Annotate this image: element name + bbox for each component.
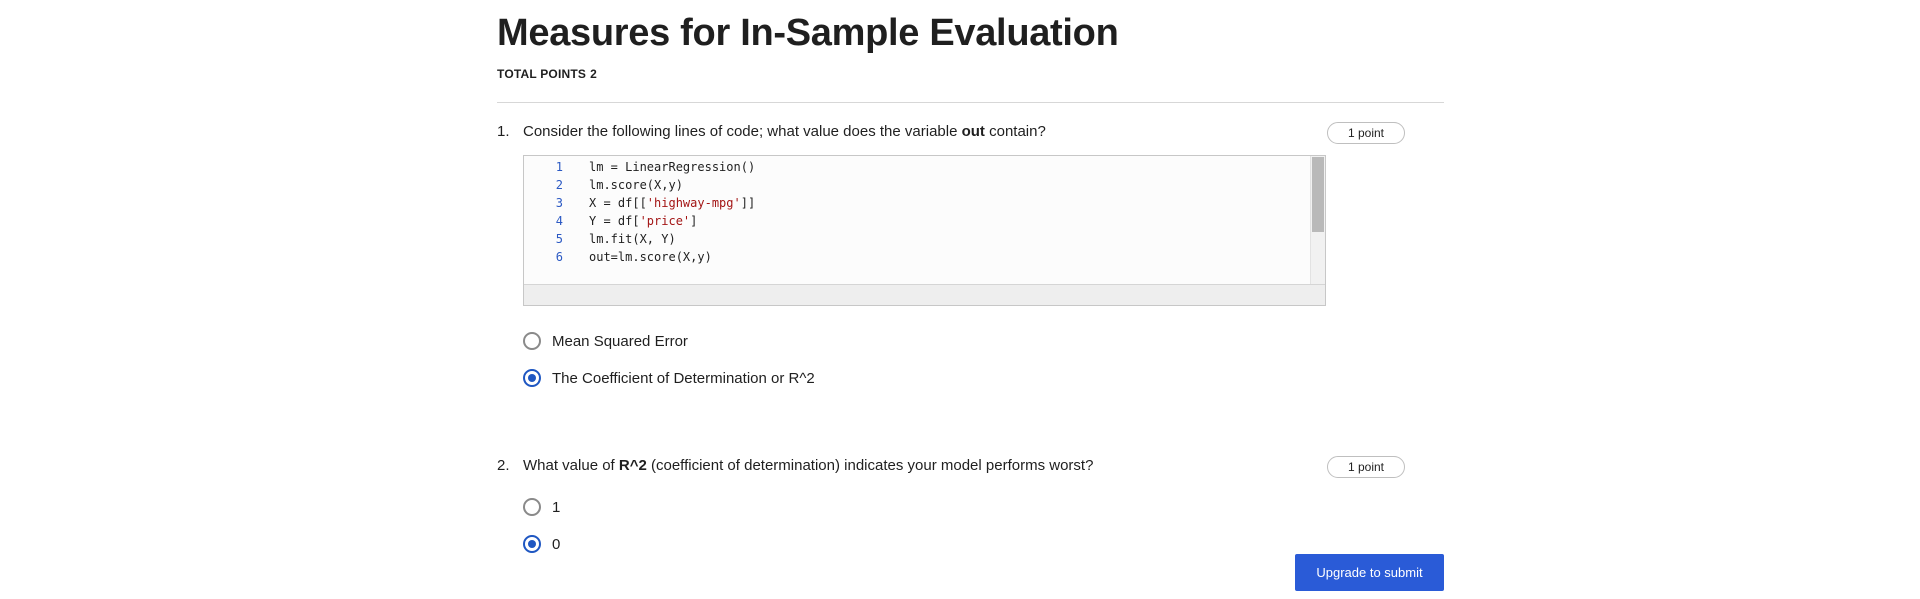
points-badge: 1 point xyxy=(1327,122,1405,144)
line-number: 4 xyxy=(555,214,563,228)
option-label: 0 xyxy=(552,535,561,553)
question-emphasis: R^2 xyxy=(618,457,647,474)
code-string: 'highway-mpg' xyxy=(646,196,741,210)
line-number: 5 xyxy=(555,232,563,246)
line-number: 6 xyxy=(555,250,563,264)
line-number: 2 xyxy=(555,178,563,192)
upgrade-to-submit-button[interactable]: Upgrade to submit xyxy=(1295,554,1444,591)
code-text: Y = df['price'] xyxy=(589,214,698,228)
code-text: X = df[['highway-mpg']] xyxy=(589,196,756,210)
code-text: lm.score(X,y) xyxy=(589,178,683,192)
code-text: lm.fit(X, Y) xyxy=(589,232,676,246)
code-line: 3 X = df[['highway-mpg']] xyxy=(524,194,1311,212)
option-label: 1 xyxy=(552,498,561,516)
code-line: 2 lm.score(X,y) xyxy=(524,176,1311,194)
option-label: Mean Squared Error xyxy=(552,332,688,350)
quiz-page: Measures for In-Sample Evaluation TOTAL … xyxy=(497,0,1444,599)
question-text: Consider the following lines of code; wh… xyxy=(523,123,1046,140)
radio-button[interactable] xyxy=(523,332,541,350)
question-text: What value of R^2 (coefficient of determ… xyxy=(523,457,1094,474)
code-line: 6 out=lm.score(X,y) xyxy=(524,248,1311,266)
divider xyxy=(497,102,1444,103)
total-points: TOTAL POINTS 2 xyxy=(497,67,597,81)
code-text: lm = LinearRegression() xyxy=(589,160,756,174)
code-text: out=lm.score(X,y) xyxy=(589,250,712,264)
radio-button[interactable] xyxy=(523,498,541,516)
option-0[interactable]: 0 xyxy=(523,533,560,555)
code-line: 4 Y = df['price'] xyxy=(524,212,1311,230)
question-number: 2. xyxy=(497,457,510,474)
code-footer xyxy=(524,284,1325,305)
code-lines: 1 lm = LinearRegression() 2 lm.score(X,y) 3 X… xyxy=(524,158,1311,266)
total-points-label: TOTAL POINTS xyxy=(497,67,587,81)
question-emphasis: out xyxy=(961,123,985,140)
code-string: 'price' xyxy=(639,214,691,228)
option-coefficient-of-determination[interactable]: The Coefficient of Determination or R^2 xyxy=(523,367,815,389)
code-line: 5 lm.fit(X, Y) xyxy=(524,230,1311,248)
radio-button[interactable] xyxy=(523,369,541,387)
points-badge: 1 point xyxy=(1327,456,1405,478)
line-number: 1 xyxy=(555,160,563,174)
option-mean-squared-error[interactable]: Mean Squared Error xyxy=(523,330,688,352)
option-label: The Coefficient of Determination or R^2 xyxy=(552,369,815,387)
total-points-value: 2 xyxy=(590,67,597,81)
code-scrollbar[interactable] xyxy=(1310,156,1325,285)
line-number: 3 xyxy=(555,196,563,210)
question-number: 1. xyxy=(497,123,510,140)
code-line: 1 lm = LinearRegression() xyxy=(524,158,1311,176)
radio-button[interactable] xyxy=(523,535,541,553)
option-1[interactable]: 1 xyxy=(523,496,560,518)
page-title: Measures for In-Sample Evaluation xyxy=(497,12,1119,54)
code-scrollbar-thumb[interactable] xyxy=(1312,157,1324,232)
code-block[interactable]: 1 lm = LinearRegression() 2 lm.score(X,y) 3 X… xyxy=(523,155,1326,306)
